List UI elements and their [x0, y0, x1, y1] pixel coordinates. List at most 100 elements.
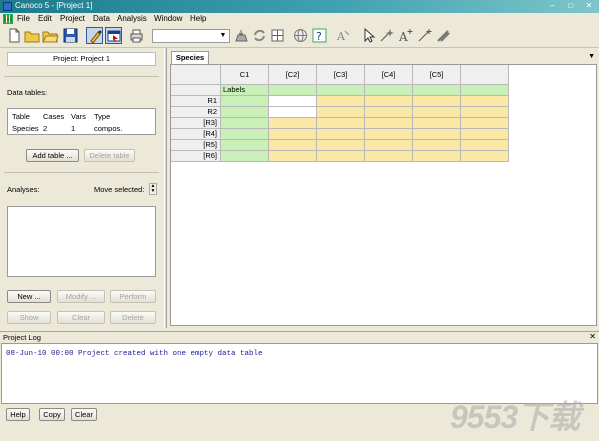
view-select[interactable]: ▼: [152, 29, 230, 43]
grid-cell[interactable]: [365, 118, 413, 129]
grid-cell[interactable]: [461, 151, 509, 162]
edit-tool-icon[interactable]: [435, 27, 452, 44]
analyses-list[interactable]: [7, 206, 156, 277]
menu-analysis[interactable]: Analysis: [117, 14, 147, 23]
grid-cell[interactable]: [317, 129, 365, 140]
menu-window[interactable]: Window: [154, 14, 182, 23]
grid-cell[interactable]: [413, 140, 461, 151]
grid-cell[interactable]: [413, 118, 461, 129]
menu-help[interactable]: Help: [190, 14, 206, 23]
close-icon[interactable]: ✕: [589, 332, 596, 341]
table-cell-cases[interactable]: 2: [43, 124, 47, 133]
row-header[interactable]: [R5]: [171, 140, 221, 151]
save-icon[interactable]: [62, 27, 79, 44]
clear-analysis-button[interactable]: Clear: [57, 311, 105, 324]
copy-button[interactable]: Copy: [39, 408, 65, 421]
new-analysis-button[interactable]: New ...: [7, 290, 51, 303]
column-header[interactable]: [C2]: [269, 65, 317, 85]
text-icon[interactable]: A: [397, 27, 414, 44]
grid-cell[interactable]: [317, 107, 365, 118]
spreadsheet-icon[interactable]: [3, 14, 13, 24]
grid-cell[interactable]: [269, 151, 317, 162]
column-header[interactable]: C1: [221, 65, 269, 85]
grid-cell[interactable]: [413, 151, 461, 162]
tab-species[interactable]: Species: [171, 51, 209, 64]
grid-cell[interactable]: [365, 85, 413, 96]
grid-cell[interactable]: [365, 107, 413, 118]
grid-cell[interactable]: [413, 129, 461, 140]
menu-project[interactable]: Project: [60, 14, 85, 23]
grid-cell[interactable]: [221, 151, 269, 162]
menu-edit[interactable]: Edit: [38, 14, 52, 23]
open-folder-icon[interactable]: [42, 27, 59, 44]
grid-cell[interactable]: [461, 140, 509, 151]
grid-cell[interactable]: [317, 140, 365, 151]
grid-cell[interactable]: [317, 96, 365, 107]
layout-icon[interactable]: [269, 27, 286, 44]
row-header[interactable]: [R6]: [171, 151, 221, 162]
row-header[interactable]: R1: [171, 96, 221, 107]
grid-cell[interactable]: [365, 129, 413, 140]
data-tables-list[interactable]: Table Cases Vars Type Species 2 1 compos…: [7, 108, 156, 135]
grid-cell[interactable]: [413, 96, 461, 107]
tab-menu-arrow-icon[interactable]: ▼: [588, 53, 595, 60]
edit-cells-icon[interactable]: [86, 27, 103, 44]
grid-cell[interactable]: [269, 118, 317, 129]
line-tool-icon[interactable]: [416, 27, 433, 44]
row-header[interactable]: R2: [171, 107, 221, 118]
column-header[interactable]: [C5]: [413, 65, 461, 85]
grid-cell[interactable]: [365, 140, 413, 151]
grid-cell[interactable]: [461, 85, 509, 96]
row-header[interactable]: [R4]: [171, 129, 221, 140]
grid-cell[interactable]: [461, 96, 509, 107]
grid-cell[interactable]: [269, 85, 317, 96]
grid-cell[interactable]: [269, 107, 317, 118]
grid-cell[interactable]: [221, 107, 269, 118]
grid-cell[interactable]: [269, 129, 317, 140]
grid-cell[interactable]: [461, 107, 509, 118]
menu-file[interactable]: File: [17, 14, 30, 23]
grid-cell[interactable]: [365, 96, 413, 107]
delete-table-button[interactable]: Delete table: [84, 149, 135, 162]
row-header[interactable]: [R3]: [171, 118, 221, 129]
column-header[interactable]: [C4]: [365, 65, 413, 85]
grid-cell[interactable]: [461, 129, 509, 140]
close-button[interactable]: ✕: [582, 1, 596, 11]
globe-icon[interactable]: [292, 27, 309, 44]
add-table-button[interactable]: Add table ...: [26, 149, 79, 162]
column-header[interactable]: [C3]: [317, 65, 365, 85]
grid-cell[interactable]: [221, 140, 269, 151]
maximize-button[interactable]: □: [564, 1, 578, 11]
grid-cell[interactable]: [413, 107, 461, 118]
menu-data[interactable]: Data: [93, 14, 110, 23]
grid-cell[interactable]: [221, 129, 269, 140]
help-button[interactable]: Help: [6, 408, 30, 421]
grid-cell[interactable]: [221, 118, 269, 129]
grid-cell[interactable]: [317, 151, 365, 162]
data-grid[interactable]: C1 [C2] [C3] [C4] [C5] Labels R1 R2 [R3]…: [170, 64, 597, 326]
grid-cell[interactable]: [317, 118, 365, 129]
new-icon[interactable]: [6, 27, 23, 44]
grid-cell[interactable]: [365, 151, 413, 162]
minimize-button[interactable]: –: [546, 1, 560, 11]
splitter[interactable]: [164, 48, 167, 328]
grid-cell[interactable]: [317, 85, 365, 96]
grid-cell[interactable]: [269, 140, 317, 151]
show-analysis-button[interactable]: Show: [7, 311, 51, 324]
table-cell-name[interactable]: Species: [12, 124, 39, 133]
grid-cell[interactable]: [413, 85, 461, 96]
refresh-icon[interactable]: [251, 27, 268, 44]
table-cell-vars[interactable]: 1: [71, 124, 75, 133]
grid-cell[interactable]: [269, 96, 317, 107]
drop-icon[interactable]: [233, 27, 250, 44]
modify-analysis-button[interactable]: Modify ...: [57, 290, 105, 303]
delete-analysis-button[interactable]: Delete: [110, 311, 156, 324]
move-selected-spinner[interactable]: ▲ ▼: [149, 183, 157, 195]
star-arrow-icon[interactable]: [378, 27, 395, 44]
help-icon[interactable]: ?: [311, 27, 328, 44]
clear-log-button[interactable]: Clear: [71, 408, 97, 421]
pen-icon[interactable]: A: [335, 27, 352, 44]
table-cell-type[interactable]: compos.: [94, 124, 122, 133]
open-icon[interactable]: [24, 27, 41, 44]
grid-cell[interactable]: [221, 96, 269, 107]
